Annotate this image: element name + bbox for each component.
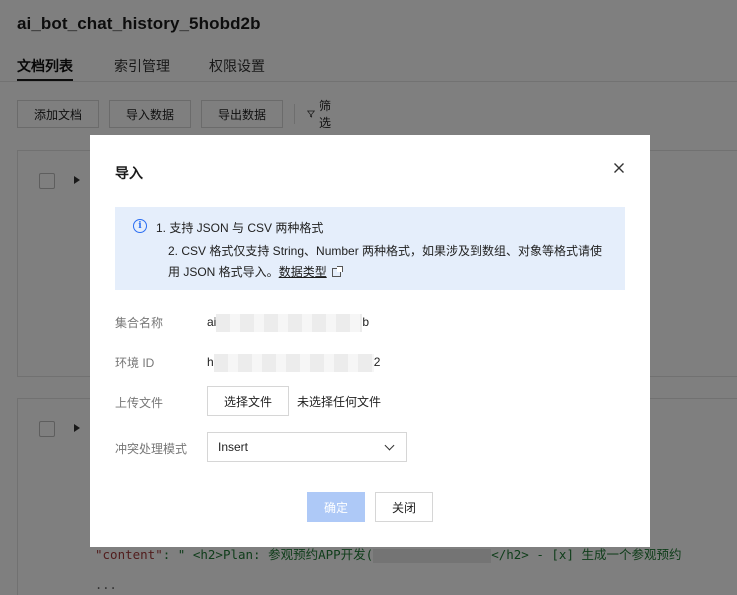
- notice-line-2: 2. CSV 格式仅支持 String、Number 两种格式，如果涉及到数组、…: [168, 244, 603, 258]
- import-modal: 导入 i 1. 支持 JSON 与 CSV 两种格式 2. CSV 格式仅支持 …: [90, 135, 650, 547]
- info-icon: i: [133, 219, 147, 233]
- close-button[interactable]: 关闭: [375, 492, 433, 522]
- conflict-mode-value: Insert: [218, 440, 249, 454]
- env-id-prefix: h: [207, 355, 214, 370]
- conflict-mode-label: 冲突处理模式: [115, 442, 188, 456]
- upload-file-label: 上传文件: [115, 396, 164, 410]
- notice-line-3: 用 JSON 格式导入。数据类型: [168, 263, 343, 280]
- notice-line-3-text: 用 JSON 格式导入。: [168, 265, 279, 279]
- external-link-icon: [331, 266, 343, 277]
- choose-file-button[interactable]: 选择文件: [207, 386, 289, 416]
- import-notice: i 1. 支持 JSON 与 CSV 两种格式 2. CSV 格式仅支持 Str…: [115, 207, 625, 290]
- chevron-down-icon: [384, 440, 395, 451]
- file-status-text: 未选择任何文件: [297, 395, 382, 409]
- collection-name-prefix: ai: [207, 315, 217, 330]
- notice-line-1: 1. 支持 JSON 与 CSV 两种格式: [156, 221, 324, 235]
- collection-name-suffix: b: [362, 315, 370, 330]
- close-icon[interactable]: [612, 161, 626, 175]
- collection-name-label: 集合名称: [115, 316, 164, 330]
- env-id-label: 环境 ID: [115, 356, 155, 370]
- redacted-block: [213, 354, 374, 372]
- conflict-mode-select[interactable]: Insert: [207, 432, 407, 462]
- env-id-suffix: 2: [373, 355, 381, 370]
- modal-title: 导入: [115, 165, 143, 181]
- env-id-value: h2: [207, 354, 380, 372]
- confirm-button[interactable]: 确定: [307, 492, 365, 522]
- collection-name-value: ai b: [207, 314, 369, 332]
- redacted-block: [216, 314, 363, 332]
- data-types-link[interactable]: 数据类型: [279, 265, 327, 279]
